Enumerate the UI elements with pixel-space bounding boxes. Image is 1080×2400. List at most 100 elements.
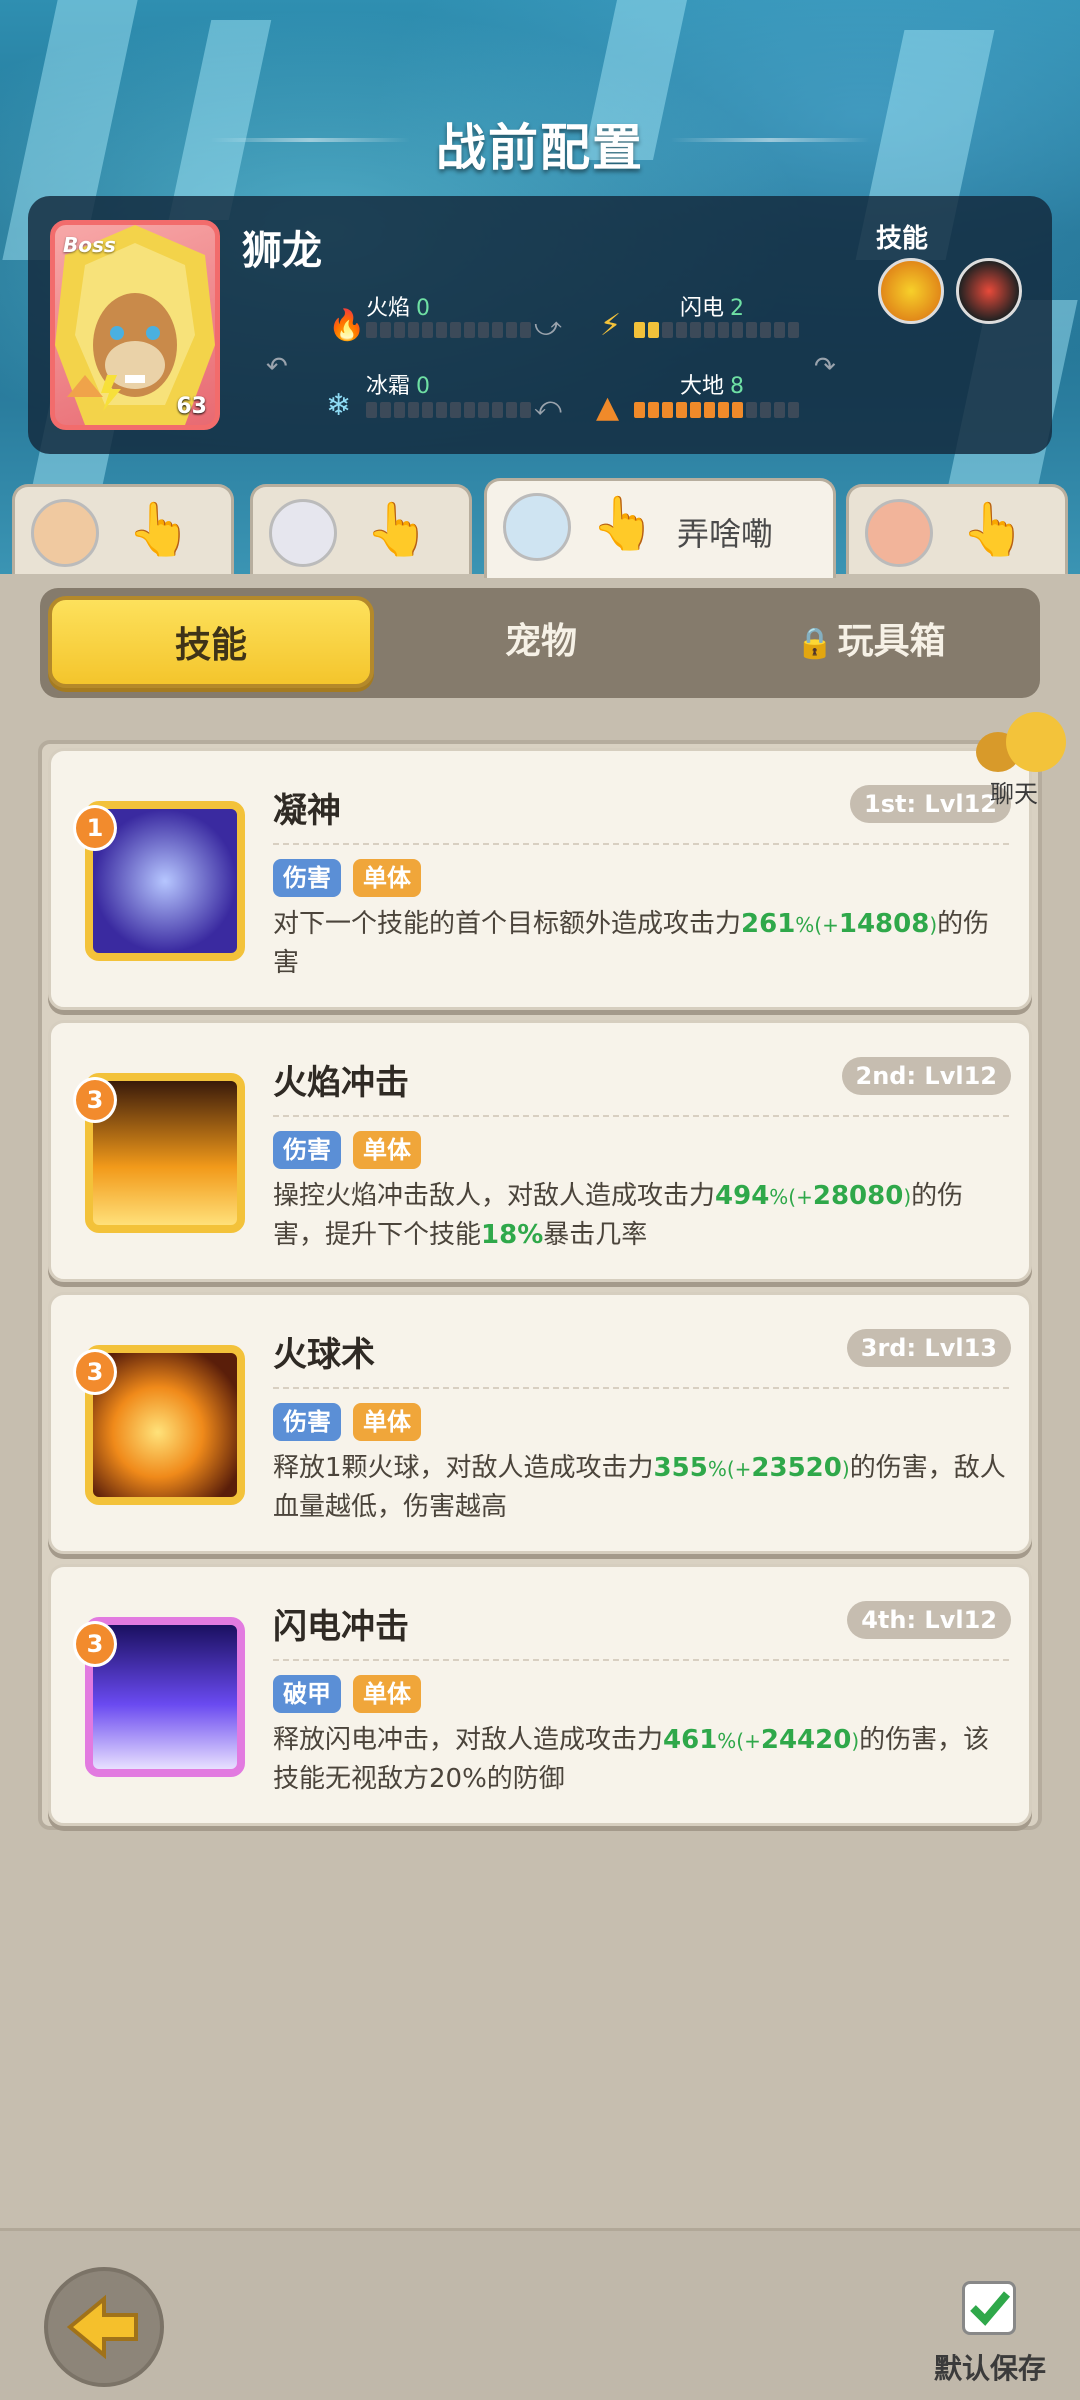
tab-toybox[interactable]: 🔒 玩具箱 <box>708 596 1034 688</box>
page-title: 战前配置 <box>436 119 644 177</box>
bar-segment <box>492 402 503 418</box>
character-name: 弄啥嘞 <box>677 515 774 553</box>
tap-hand-icon: 👆 <box>961 500 1026 560</box>
skill-rank-badge: 3 <box>73 1077 117 1123</box>
bar-segment <box>662 402 673 418</box>
character-avatar <box>503 493 571 561</box>
bar-segment <box>394 322 405 338</box>
skill-card[interactable]: 3 闪电冲击 4th: Lvl12 破甲 单体 释放闪电冲击，对敌人造成攻击力4… <box>48 1564 1032 1826</box>
bar-segment <box>408 322 419 338</box>
bar-segment <box>648 322 659 338</box>
skill-level-badge: 4th: Lvl12 <box>847 1601 1011 1639</box>
back-button[interactable] <box>44 2267 164 2387</box>
lightning-stat: 闪电 2 <box>680 290 744 322</box>
skill-target-tag: 单体 <box>353 1403 421 1441</box>
bar-segment <box>520 402 531 418</box>
bar-segment <box>436 322 447 338</box>
skill-description: 释放1颗火球，对敌人造成攻击力355%(+23520)的伤害，敌人血量越低，伤害… <box>273 1453 1006 1522</box>
bar-segment <box>520 322 531 338</box>
bar-segment <box>450 402 461 418</box>
bar-segment <box>746 402 757 418</box>
lightning-icon: ⚡ <box>600 308 622 343</box>
boss-skills-label: 技能 <box>876 224 929 254</box>
fire-label: 火焰 <box>366 296 411 321</box>
bar-segment <box>648 402 659 418</box>
skill-rank-badge: 3 <box>73 1621 117 1667</box>
boss-skill-fire-icon[interactable] <box>878 258 944 324</box>
skill-description: 释放闪电冲击，对敌人造成攻击力461%(+24420)的伤害，该技能无视敌方20… <box>273 1725 990 1794</box>
boss-name: 狮龙 <box>242 228 322 274</box>
skill-target-tag: 单体 <box>353 859 421 897</box>
swap-arrow-icon: ↷ <box>814 352 836 382</box>
bar-segment <box>788 322 799 338</box>
swap-arrow-icon: ⤺ <box>534 392 562 422</box>
skill-description: 对下一个技能的首个目标额外造成攻击力261%(+14808)的伤害 <box>273 909 990 978</box>
bar-segment <box>492 322 503 338</box>
chat-button[interactable]: 聊天 <box>976 712 1066 808</box>
bar-segment <box>718 322 729 338</box>
skill-card[interactable]: 3 火焰冲击 2nd: Lvl12 伤害 单体 操控火焰冲击敌人，对敌人造成攻击… <box>48 1020 1032 1282</box>
bar-segment <box>690 322 701 338</box>
divider <box>273 843 1009 845</box>
bar-segment <box>718 402 729 418</box>
divider <box>273 1659 1009 1661</box>
lightning-value: 2 <box>730 296 745 321</box>
boss-badge: Boss <box>63 233 116 257</box>
bar-segment <box>774 402 785 418</box>
bar-segment <box>450 322 461 338</box>
character-avatar <box>31 499 99 567</box>
fire-icon: 🔥 <box>328 308 366 343</box>
boss-level: 63 <box>176 394 207 419</box>
frost-icon: ❄ <box>326 388 352 423</box>
character-avatar <box>865 499 933 567</box>
character-tab-4[interactable]: 👆 <box>846 484 1068 574</box>
check-icon <box>970 2291 1011 2326</box>
character-tab-3[interactable]: 👆 弄啥嘞 <box>484 478 836 578</box>
earth-label: 大地 <box>680 374 725 399</box>
bar-segment <box>746 322 757 338</box>
boss-info-panel: Boss 63 狮龙 🔥 火焰 0 ⤻ ⤺ ↶ ↷ ⚡ 闪电 2 ❄ 冰霜 0 ▲ 大… <box>28 196 1052 454</box>
skill-description: 操控火焰冲击敌人，对敌人造成攻击力494%(+28080)的伤害，提升下个技能1… <box>273 1181 964 1250</box>
bar-segment <box>408 402 419 418</box>
character-avatar <box>269 499 337 567</box>
bar-segment <box>366 402 377 418</box>
skill-target-tag: 单体 <box>353 1131 421 1169</box>
bar-segment <box>394 402 405 418</box>
tap-hand-icon: 👆 <box>365 500 430 560</box>
bar-segment <box>732 402 743 418</box>
bar-segment <box>422 402 433 418</box>
character-tab-1[interactable]: 👆 <box>12 484 234 574</box>
tab-pets[interactable]: 宠物 <box>378 596 704 688</box>
boss-skill-claw-icon[interactable] <box>956 258 1022 324</box>
bar-segment <box>634 322 645 338</box>
bar-segment <box>366 322 377 338</box>
bar-segment <box>788 402 799 418</box>
bar-segment <box>380 322 391 338</box>
tab-skills[interactable]: 技能 <box>48 596 374 688</box>
bar-segment <box>774 322 785 338</box>
skill-name: 凝神 <box>273 791 341 831</box>
swap-arrow-icon: ↶ <box>266 352 288 382</box>
tap-hand-icon: 👆 <box>127 500 192 560</box>
bar-segment <box>634 402 645 418</box>
frost-label: 冰霜 <box>366 374 411 399</box>
bar-segment <box>422 322 433 338</box>
default-save-checkbox[interactable] <box>962 2281 1016 2335</box>
skill-type-tag: 伤害 <box>273 859 341 897</box>
skill-target-tag: 单体 <box>353 1675 421 1713</box>
bar-segment <box>506 402 517 418</box>
earth-value: 8 <box>730 374 745 399</box>
bar-segment <box>676 402 687 418</box>
bar-segment <box>690 402 701 418</box>
skill-rank-badge: 3 <box>73 1349 117 1395</box>
boss-portrait[interactable]: Boss 63 <box>50 220 220 430</box>
skill-name: 闪电冲击 <box>273 1607 409 1647</box>
skill-card[interactable]: 1 凝神 1st: Lvl12 伤害 单体 对下一个技能的首个目标额外造成攻击力… <box>48 748 1032 1010</box>
skill-card[interactable]: 3 火球术 3rd: Lvl13 伤害 单体 释放1颗火球，对敌人造成攻击力35… <box>48 1292 1032 1554</box>
skill-name: 火球术 <box>273 1335 375 1375</box>
bar-segment <box>380 402 391 418</box>
bar-segment <box>704 322 715 338</box>
character-tab-2[interactable]: 👆 <box>250 484 472 574</box>
bar-segment <box>464 402 475 418</box>
tab-toybox-label: 玩具箱 <box>837 621 946 662</box>
